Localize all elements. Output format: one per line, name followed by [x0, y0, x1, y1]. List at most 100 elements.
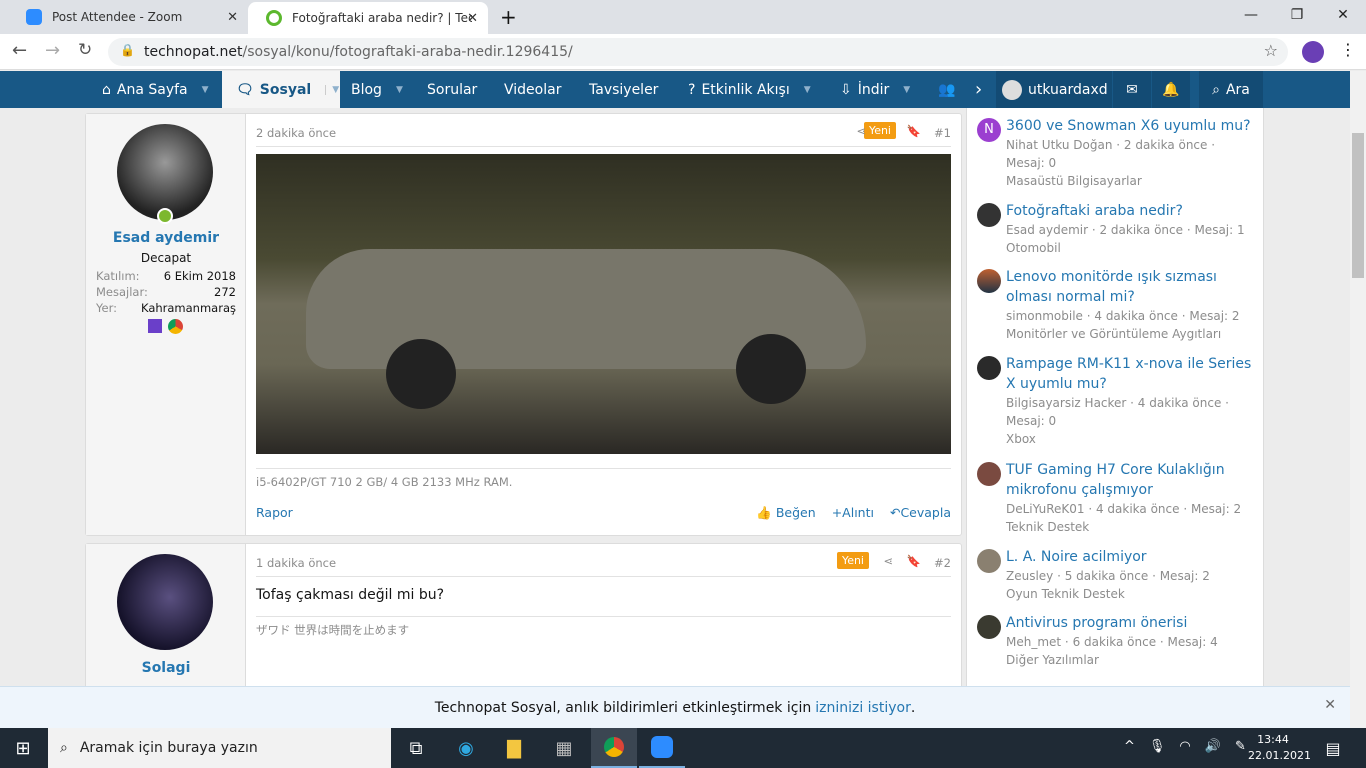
- scrollbar-thumb[interactable]: [1352, 133, 1364, 278]
- user-title: Decapat: [140, 251, 192, 265]
- calculator-icon[interactable]: ▦: [541, 728, 587, 768]
- post-time[interactable]: 1 dakika önce: [256, 556, 336, 570]
- close-icon[interactable]: ✕: [1324, 697, 1336, 713]
- bookmark-star-icon[interactable]: ☆: [1264, 41, 1278, 60]
- file-explorer-icon[interactable]: ▇: [491, 728, 537, 768]
- avatar: [977, 549, 1001, 573]
- user-menu[interactable]: utkuardaxd: [996, 71, 1112, 108]
- thread-item[interactable]: Antivirus programı önerisi Meh_met · 6 da…: [977, 613, 1257, 669]
- nav-sorular[interactable]: Sorular: [427, 71, 477, 108]
- nav-sosyal[interactable]: 🗨 Sosyal ▼: [222, 71, 340, 108]
- main-nav: ⌂ Ana Sayfa ▼ 🗨 Sosyal ▼ Blog ▼ Sorular Video…: [0, 71, 1350, 108]
- avatar: [977, 615, 1001, 639]
- zoom-icon[interactable]: [639, 728, 685, 768]
- search-placeholder: Aramak için buraya yazın: [79, 740, 258, 756]
- caret-icon[interactable]: ▼: [325, 84, 339, 95]
- share-icon[interactable]: ⋖: [883, 554, 893, 568]
- lock-icon: 🔒: [120, 43, 135, 57]
- system-tray[interactable]: ^ 🎙 ◠ 🔊 ✎: [1124, 739, 1246, 754]
- car-wheel: [386, 339, 456, 409]
- thread-item[interactable]: N 3600 ve Snowman X6 uyumlu mu? Nihat Utku…: [977, 116, 1257, 190]
- reply-button[interactable]: ↶Cevapla: [890, 505, 951, 521]
- nav-ana-sayfa[interactable]: ⌂ Ana Sayfa ▼: [102, 71, 209, 108]
- avatar[interactable]: [117, 124, 213, 220]
- user-block: Esad aydemir Decapat Katılım: 6 Ekim 2018…: [86, 114, 246, 535]
- volume-icon: 🔊: [1204, 739, 1221, 754]
- tab-title: Post Attendee - Zoom: [52, 10, 183, 24]
- chrome-icon[interactable]: [591, 728, 637, 768]
- forward-icon[interactable]: →: [45, 40, 60, 61]
- members-icon[interactable]: 👥: [938, 71, 955, 108]
- caret-icon[interactable]: ▼: [903, 85, 910, 95]
- post-number[interactable]: #1: [934, 126, 951, 140]
- bookmark-icon[interactable]: 🔖: [907, 554, 921, 568]
- profile-avatar[interactable]: [1302, 41, 1324, 63]
- taskbar-search[interactable]: ⌕ Aramak için buraya yazın: [48, 728, 391, 768]
- avatar: N: [977, 118, 1001, 142]
- caret-icon[interactable]: ▼: [804, 85, 811, 95]
- username[interactable]: Solagi: [86, 660, 246, 676]
- new-tab-button[interactable]: +: [500, 5, 517, 29]
- username[interactable]: Esad aydemir: [86, 230, 246, 246]
- tab-technopat[interactable]: Fotoğraftaki araba nedir? | Techn ✕: [248, 2, 488, 34]
- edge-icon[interactable]: ◉: [443, 728, 489, 768]
- nav-indir[interactable]: ⇩ İndir ▼: [840, 71, 910, 108]
- caret-icon[interactable]: ▼: [396, 85, 403, 95]
- messages-row: Mesajlar: 272: [96, 285, 236, 299]
- nav-tavsiyeler[interactable]: Tavsiyeler: [589, 71, 658, 108]
- thread-item[interactable]: Fotoğraftaki araba nedir? Esad aydemir · …: [977, 201, 1257, 257]
- post-number[interactable]: #2: [934, 556, 951, 570]
- task-view-icon[interactable]: ⧉: [393, 728, 439, 768]
- back-icon[interactable]: ←: [12, 40, 27, 61]
- scrollbar[interactable]: [1350, 71, 1366, 728]
- reload-icon[interactable]: ↻: [78, 40, 92, 60]
- nav-scroll-right-icon[interactable]: ›: [975, 71, 982, 108]
- avatar: [977, 356, 1001, 380]
- close-window-button[interactable]: ✕: [1320, 0, 1366, 30]
- question-icon: ?: [688, 81, 696, 98]
- search-button[interactable]: ⌕ Ara: [1199, 71, 1263, 108]
- like-button[interactable]: 👍 Beğen: [756, 505, 815, 521]
- sidebar-new-threads: N 3600 ve Snowman X6 uyumlu mu? Nihat Utku…: [966, 108, 1264, 686]
- share-icon[interactable]: ⋖: [856, 124, 866, 138]
- caret-icon[interactable]: ▼: [202, 85, 209, 95]
- thread-item[interactable]: TUF Gaming H7 Core Kulaklığın mikrofonu …: [977, 460, 1257, 536]
- clock[interactable]: 13:44 22.01.2021: [1248, 732, 1311, 764]
- action-center-icon[interactable]: ▤: [1310, 728, 1356, 768]
- avatar[interactable]: [117, 554, 213, 650]
- new-badge: Yeni: [836, 552, 869, 569]
- quote-button[interactable]: +Alıntı: [832, 505, 874, 521]
- post-2: Solagi 1 dakika önce Yeni ⋖ 🔖 #2 Tofaş ç…: [85, 543, 962, 686]
- download-icon: ⇩: [840, 81, 852, 98]
- bell-icon[interactable]: 🔔: [1152, 71, 1190, 108]
- nav-blog[interactable]: Blog ▼: [351, 71, 403, 108]
- notification-text: Technopat Sosyal, anlık bildirimleri etk…: [434, 699, 812, 716]
- report-link[interactable]: Rapor: [256, 505, 293, 520]
- nav-etkinlik[interactable]: ? Etkinlik Akışı ▼: [688, 71, 811, 108]
- post-time[interactable]: 2 dakika önce: [256, 126, 336, 140]
- car-image[interactable]: [256, 154, 951, 454]
- nav-label: Blog: [351, 81, 382, 98]
- nav-label: İndir: [857, 81, 890, 98]
- signature: ザワド 世界は時間を止めます: [256, 623, 410, 637]
- close-tab-icon[interactable]: ✕: [467, 11, 478, 26]
- minimize-button[interactable]: —: [1228, 0, 1274, 30]
- tab-title: Fotoğraftaki araba nedir? | Techn: [292, 11, 472, 25]
- inbox-icon[interactable]: ✉: [1113, 71, 1151, 108]
- thread-item[interactable]: L. A. Noire acilmiyor Zeusley · 5 dakika …: [977, 547, 1257, 603]
- chrome-icon: [168, 319, 183, 334]
- bookmark-icon[interactable]: 🔖: [907, 124, 921, 138]
- maximize-button[interactable]: ❐: [1274, 0, 1320, 30]
- username: utkuardaxd: [1028, 81, 1108, 98]
- thread-item[interactable]: Rampage RM-K11 x-nova ile Series X uyuml…: [977, 354, 1257, 448]
- tab-zoom[interactable]: Post Attendee - Zoom ✕: [8, 0, 248, 34]
- windows-start-icon[interactable]: ⊞: [0, 728, 46, 768]
- thread-item[interactable]: Lenovo monitörde ışık sızması olması nor…: [977, 267, 1257, 343]
- url-input[interactable]: 🔒 technopat.net/sosyal/konu/fotograftaki…: [108, 38, 1288, 66]
- car-wheel: [736, 334, 806, 404]
- close-tab-icon[interactable]: ✕: [227, 10, 238, 25]
- nav-label: Ana Sayfa: [116, 81, 188, 98]
- menu-icon[interactable]: ⋮: [1340, 40, 1356, 59]
- nav-videolar[interactable]: Videolar: [504, 71, 561, 108]
- permission-link[interactable]: izninizi istiyor: [815, 700, 911, 716]
